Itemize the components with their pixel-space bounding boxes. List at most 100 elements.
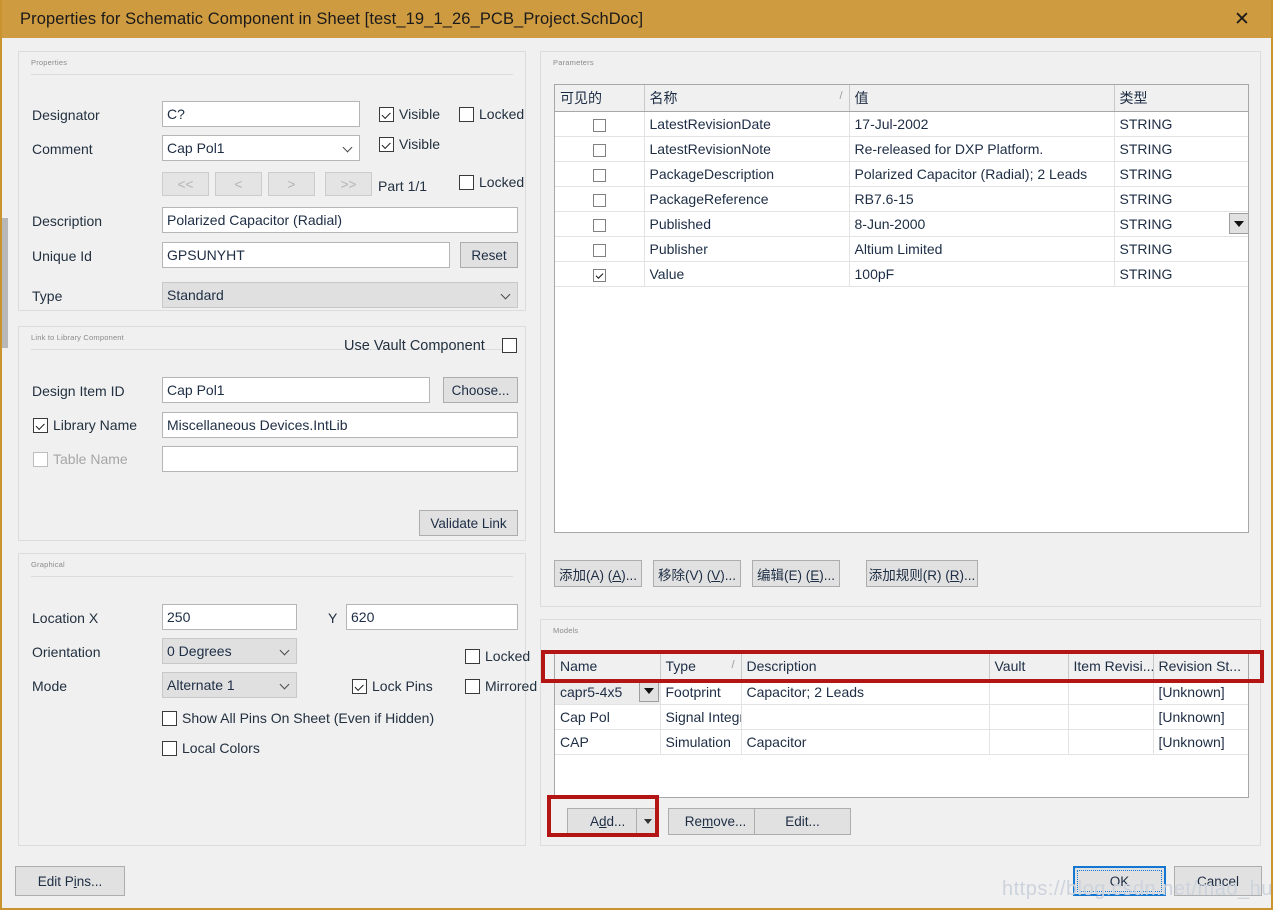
description-input[interactable]: Polarized Capacitor (Radial)	[162, 207, 518, 233]
parameter-name-cell[interactable]: Published	[644, 211, 850, 237]
lock-pins-checkbox[interactable]: Lock Pins	[352, 678, 433, 694]
parameters-col-type[interactable]: 类型	[1114, 85, 1248, 112]
parameter-visible-cell[interactable]	[555, 111, 645, 137]
add-parameter-button[interactable]: 添加(A) (A)...	[554, 560, 642, 587]
model-revision-status-cell[interactable]: [Unknown]	[1153, 704, 1248, 730]
remove-parameter-button[interactable]: 移除(V) (V)...	[653, 560, 741, 587]
comment-combobox[interactable]: Cap Pol1	[162, 135, 360, 161]
checkbox-box[interactable]	[592, 193, 606, 207]
table-name-input[interactable]	[162, 446, 518, 472]
parameter-visible-cell[interactable]	[555, 211, 645, 237]
graphical-locked-checkbox[interactable]: Locked	[465, 648, 530, 664]
orientation-combobox[interactable]: 0 Degrees	[162, 638, 297, 664]
design-item-id-input[interactable]: Cap Pol1	[162, 377, 430, 403]
left-scrollbar-thumb[interactable]	[2, 218, 8, 348]
library-name-checkbox[interactable]: Library Name	[33, 417, 137, 433]
add-model-dropdown-button[interactable]	[636, 808, 659, 835]
parameter-value-cell[interactable]: Altium Limited	[849, 236, 1115, 262]
parameters-col-value[interactable]: 值	[849, 85, 1115, 112]
edit-parameter-button[interactable]: 编辑(E) (E)...	[752, 560, 840, 587]
reset-unique-id-button[interactable]: Reset	[460, 242, 518, 268]
cell-dropdown-icon[interactable]	[1229, 213, 1248, 234]
parameter-name-cell[interactable]: PackageDescription	[644, 161, 850, 187]
model-description-cell[interactable]	[741, 704, 990, 730]
local-colors-checkbox[interactable]: Local Colors	[162, 740, 260, 756]
parameter-visible-cell[interactable]	[555, 136, 645, 162]
parameters-col-visible[interactable]: 可见的	[555, 85, 645, 112]
left-scrollbar[interactable]	[2, 38, 8, 908]
table-row[interactable]: capr5-4x5 Footprint Capacitor; 2 Leads [Unk…	[555, 679, 1248, 705]
parameter-type-cell[interactable]: STRING	[1114, 111, 1248, 137]
checkbox-box[interactable]	[592, 268, 606, 282]
table-row[interactable]: Value 100pF STRING	[555, 261, 1248, 287]
table-row[interactable]: Published 8-Jun-2000 STRING	[555, 211, 1248, 237]
model-name-cell[interactable]: Cap Pol	[555, 704, 661, 730]
parameter-value-cell[interactable]: 17-Jul-2002	[849, 111, 1115, 137]
checkbox-box[interactable]	[592, 218, 606, 232]
checkbox-box[interactable]	[592, 143, 606, 157]
models-table-container[interactable]: Name Type / Description Vault Item Revis…	[554, 653, 1249, 798]
model-name-cell[interactable]: CAP	[555, 729, 661, 755]
models-col-vault[interactable]: Vault	[989, 654, 1069, 680]
edit-model-button[interactable]: Edit...	[754, 808, 851, 835]
parameter-value-cell[interactable]: 100pF	[849, 261, 1115, 287]
parameter-type-cell[interactable]: STRING	[1114, 261, 1248, 287]
model-type-cell[interactable]: Signal Integri	[660, 704, 742, 730]
model-revision-status-cell[interactable]: [Unknown]	[1153, 729, 1248, 755]
table-row[interactable]: PackageReference RB7.6-15 STRING	[555, 186, 1248, 212]
parameter-type-cell[interactable]: STRING	[1114, 161, 1248, 187]
type-combobox[interactable]: Standard	[162, 282, 518, 308]
parameter-name-cell[interactable]: Value	[644, 261, 850, 287]
parameter-type-cell[interactable]: STRING	[1114, 211, 1248, 237]
model-vault-cell[interactable]	[989, 729, 1069, 755]
location-x-input[interactable]: 250	[162, 604, 297, 630]
parameter-value-cell[interactable]: 8-Jun-2000	[849, 211, 1115, 237]
parameter-type-cell[interactable]: STRING	[1114, 236, 1248, 262]
part-locked-checkbox[interactable]: Locked	[459, 174, 524, 190]
parameter-type-cell[interactable]: STRING	[1114, 136, 1248, 162]
designator-input[interactable]: C?	[162, 101, 360, 127]
library-name-input[interactable]: Miscellaneous Devices.IntLib	[162, 412, 518, 438]
model-vault-cell[interactable]	[989, 679, 1069, 705]
parameter-name-cell[interactable]: PackageReference	[644, 186, 850, 212]
table-row[interactable]: PackageDescription Polarized Capacitor (R…	[555, 161, 1248, 187]
comment-visible-checkbox[interactable]: Visible	[379, 136, 440, 152]
parameters-table-container[interactable]: 可见的 名称 / 值 类型 LatestRevisionDate 17-Jul-2…	[554, 84, 1249, 533]
next-part-button[interactable]: >	[268, 172, 315, 196]
parameters-col-name[interactable]: 名称 /	[644, 85, 850, 112]
parameter-name-cell[interactable]: LatestRevisionDate	[644, 111, 850, 137]
model-description-cell[interactable]: Capacitor	[741, 729, 990, 755]
parameter-name-cell[interactable]: Publisher	[644, 236, 850, 262]
parameter-name-cell[interactable]: LatestRevisionNote	[644, 136, 850, 162]
parameter-type-cell[interactable]: STRING	[1114, 186, 1248, 212]
validate-link-button[interactable]: Validate Link	[419, 510, 518, 536]
table-row[interactable]: LatestRevisionDate 17-Jul-2002 STRING	[555, 111, 1248, 137]
checkbox-box[interactable]	[592, 243, 606, 257]
unique-id-input[interactable]: GPSUNYHT	[162, 242, 450, 268]
models-col-name[interactable]: Name	[555, 654, 661, 680]
models-col-revision-status[interactable]: Revision St...	[1153, 654, 1248, 680]
checkbox-box[interactable]	[592, 118, 606, 132]
add-rule-button[interactable]: 添加规则(R) (R)...	[866, 560, 978, 587]
model-item-revision-cell[interactable]	[1068, 679, 1154, 705]
model-name-cell[interactable]: capr5-4x5	[555, 679, 661, 705]
show-all-pins-checkbox[interactable]: Show All Pins On Sheet (Even if Hidden)	[162, 710, 434, 726]
mode-combobox[interactable]: Alternate 1	[162, 672, 297, 698]
location-y-input[interactable]: 620	[346, 604, 518, 630]
designator-visible-checkbox[interactable]: Visible	[379, 106, 440, 122]
model-item-revision-cell[interactable]	[1068, 729, 1154, 755]
designator-locked-checkbox[interactable]: Locked	[459, 106, 524, 122]
table-row[interactable]: CAP Simulation Capacitor [Unknown]	[555, 729, 1248, 755]
model-type-cell[interactable]: Footprint	[660, 679, 742, 705]
table-name-checkbox[interactable]: Table Name	[33, 451, 128, 467]
mirrored-checkbox[interactable]: Mirrored	[465, 678, 537, 694]
model-revision-status-cell[interactable]: [Unknown]	[1153, 679, 1248, 705]
models-col-item-revision[interactable]: Item Revisi...	[1068, 654, 1154, 680]
parameter-value-cell[interactable]: RB7.6-15	[849, 186, 1115, 212]
table-row[interactable]: LatestRevisionNote Re-released for DXP Pl…	[555, 136, 1248, 162]
use-vault-component-checkbox[interactable]	[502, 338, 517, 353]
cell-dropdown-icon[interactable]	[638, 680, 659, 702]
table-row[interactable]: Cap Pol Signal Integri [Unknown]	[555, 704, 1248, 730]
models-col-type[interactable]: Type /	[660, 654, 742, 680]
parameter-visible-cell[interactable]	[555, 236, 645, 262]
